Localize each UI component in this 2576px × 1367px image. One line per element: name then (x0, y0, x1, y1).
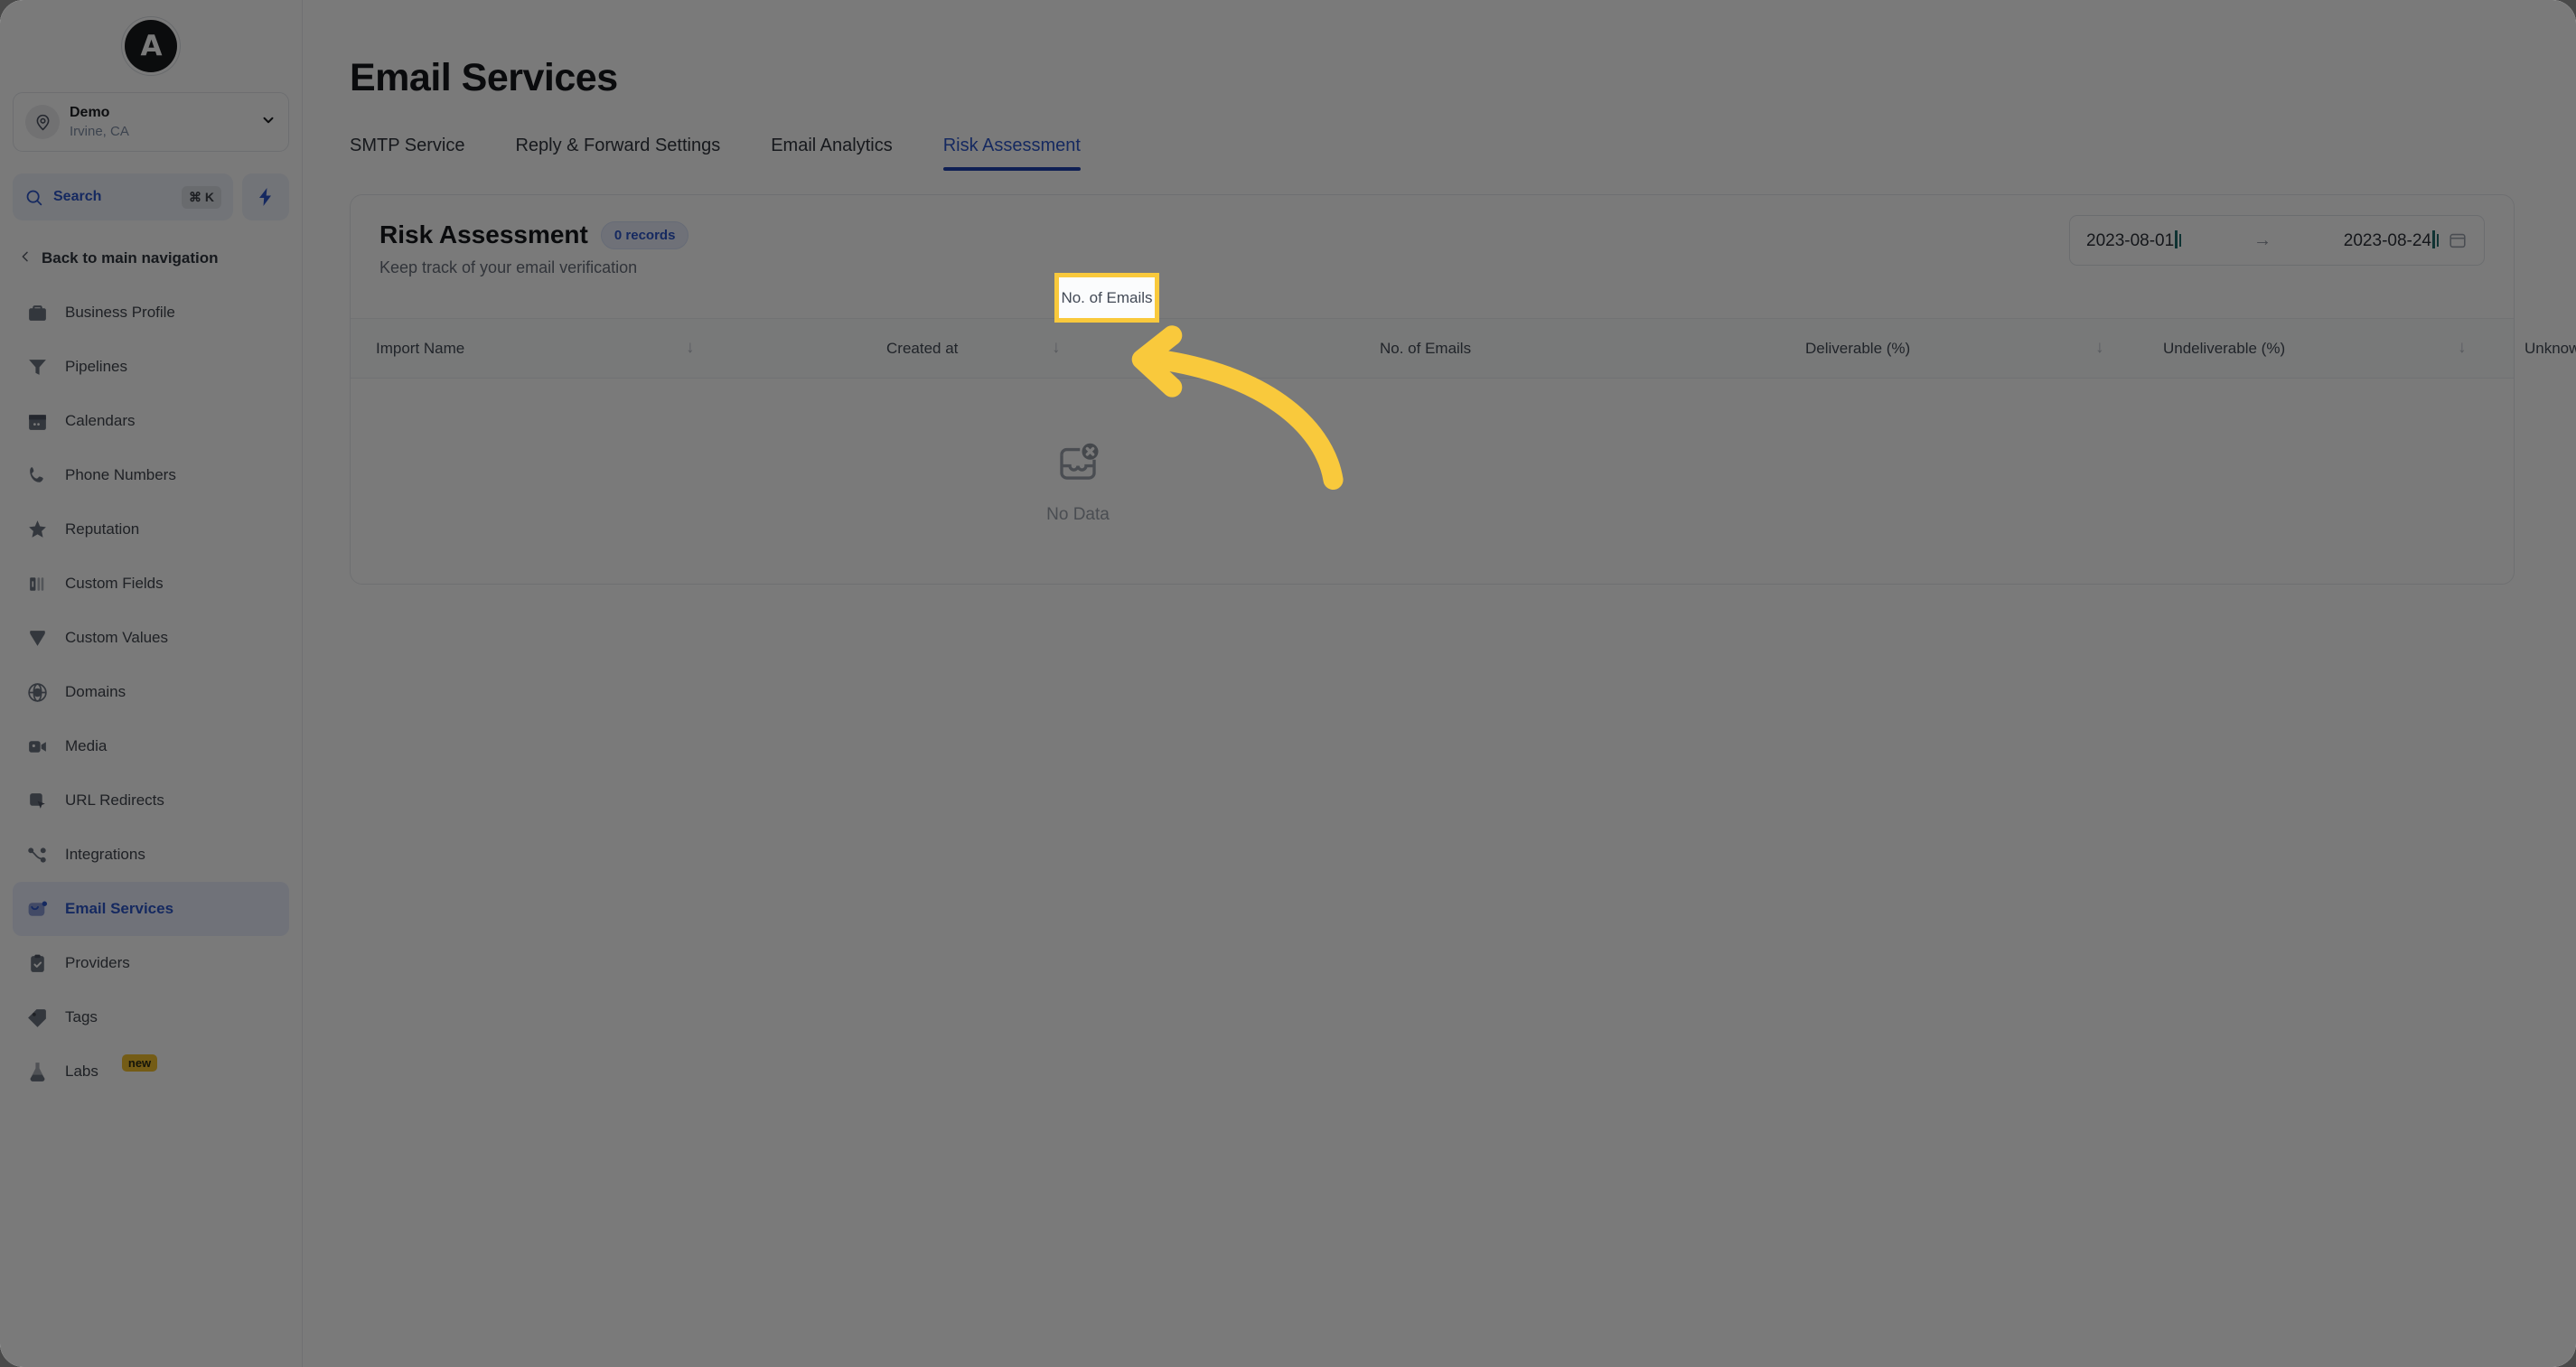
highlight-box-no-of-emails[interactable]: No. of Emails (1054, 273, 1159, 323)
dim-overlay (0, 0, 2576, 1367)
app-window: A Demo Irvine, CA Se (0, 0, 2576, 1367)
highlight-label: No. of Emails (1061, 288, 1153, 306)
